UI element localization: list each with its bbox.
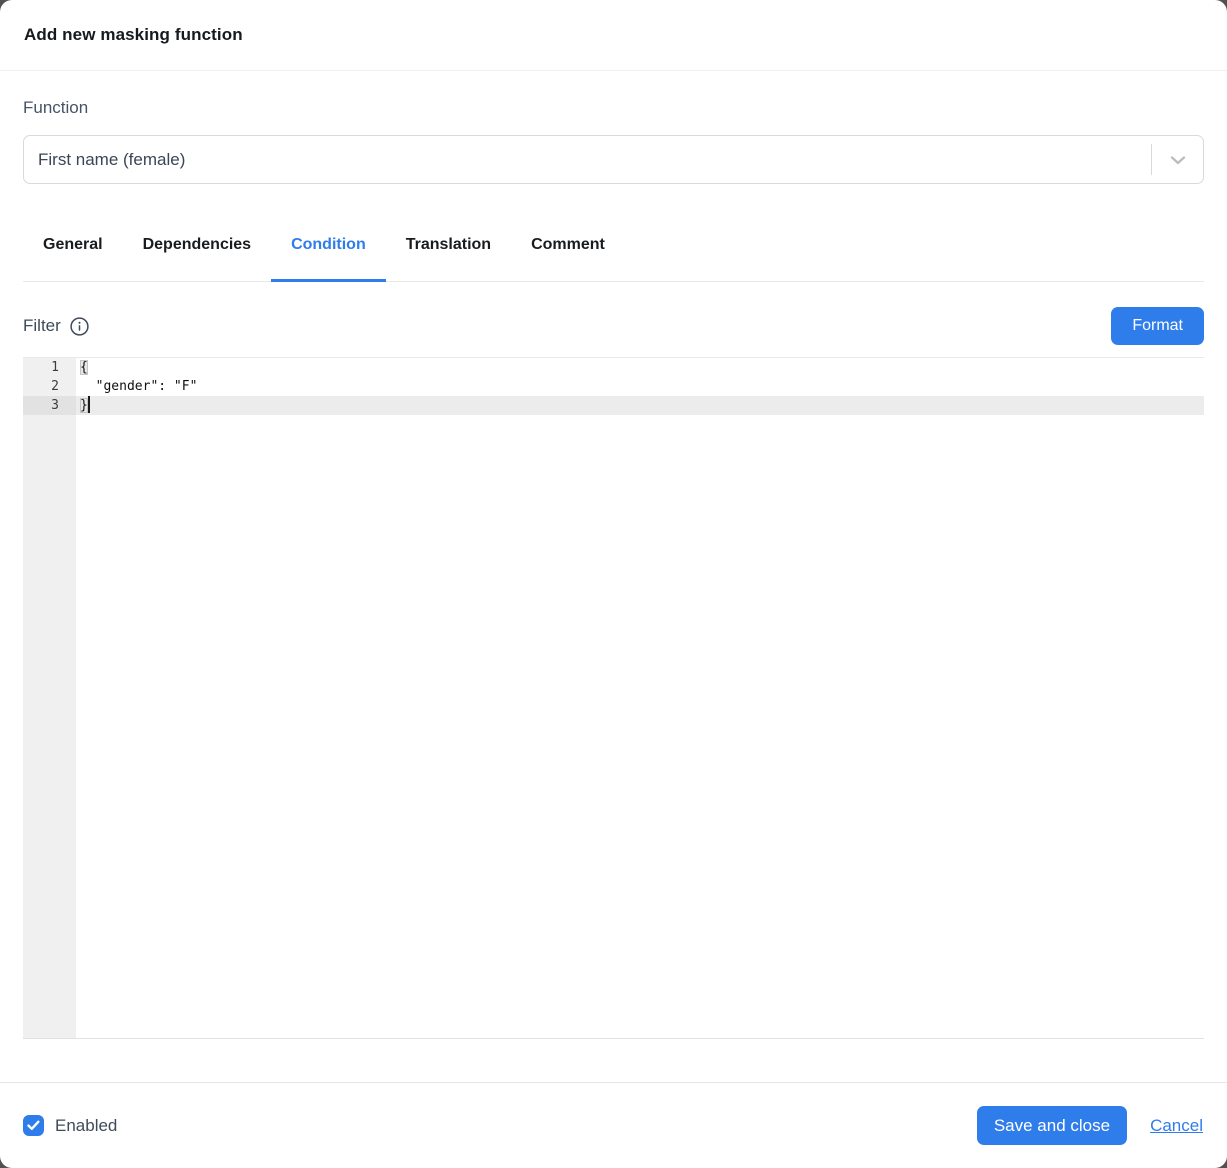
tab-general[interactable]: General (23, 233, 123, 281)
add-masking-function-dialog: Add new masking function Function First … (0, 0, 1227, 1168)
bracket-open: { (80, 360, 88, 375)
save-and-close-button[interactable]: Save and close (977, 1106, 1127, 1145)
filter-label: Filter (23, 316, 61, 336)
tab-dependencies[interactable]: Dependencies (123, 233, 271, 281)
tab-translation[interactable]: Translation (386, 233, 511, 281)
editor-gutter (23, 358, 76, 1038)
cancel-link[interactable]: Cancel (1150, 1116, 1203, 1136)
function-select-value: First name (female) (38, 150, 1151, 170)
bracket-close: } (80, 398, 88, 413)
chevron-down-icon[interactable] (1152, 148, 1203, 172)
text-cursor (88, 396, 90, 413)
code-editor[interactable]: 1 { 2 "gender": "F" 3 } (23, 357, 1204, 1039)
dialog-title: Add new masking function (24, 25, 243, 45)
function-label: Function (23, 97, 1204, 119)
info-circle-icon[interactable] (70, 317, 89, 336)
checkmark-icon (27, 1120, 40, 1131)
editor-line-2: 2 "gender": "F" (23, 377, 1204, 396)
line-number: 1 (23, 358, 76, 377)
code-line: "gender": "F" (76, 377, 1204, 396)
enabled-checkbox-group: Enabled (23, 1115, 117, 1136)
tab-condition[interactable]: Condition (271, 233, 386, 281)
code-line: { (76, 358, 1204, 377)
tab-bar: General Dependencies Condition Translati… (23, 233, 1204, 282)
line-number: 2 (23, 377, 76, 396)
enabled-checkbox[interactable] (23, 1115, 44, 1136)
dialog-header: Add new masking function (0, 0, 1227, 71)
footer-actions: Save and close Cancel (977, 1106, 1203, 1145)
filter-label-group: Filter (23, 316, 89, 336)
format-button[interactable]: Format (1111, 307, 1204, 345)
dialog-footer: Enabled Save and close Cancel (0, 1082, 1227, 1168)
tab-comment[interactable]: Comment (511, 233, 625, 281)
function-select[interactable]: First name (female) (23, 135, 1204, 184)
code-line: } (76, 396, 1204, 415)
editor-line-3-active: 3 } (23, 396, 1204, 415)
enabled-label: Enabled (55, 1116, 117, 1136)
dialog-body: Function First name (female) General Dep… (0, 71, 1227, 1082)
editor-line-1: 1 { (23, 358, 1204, 377)
line-number: 3 (23, 396, 76, 415)
filter-toolbar: Filter Format (23, 307, 1204, 345)
